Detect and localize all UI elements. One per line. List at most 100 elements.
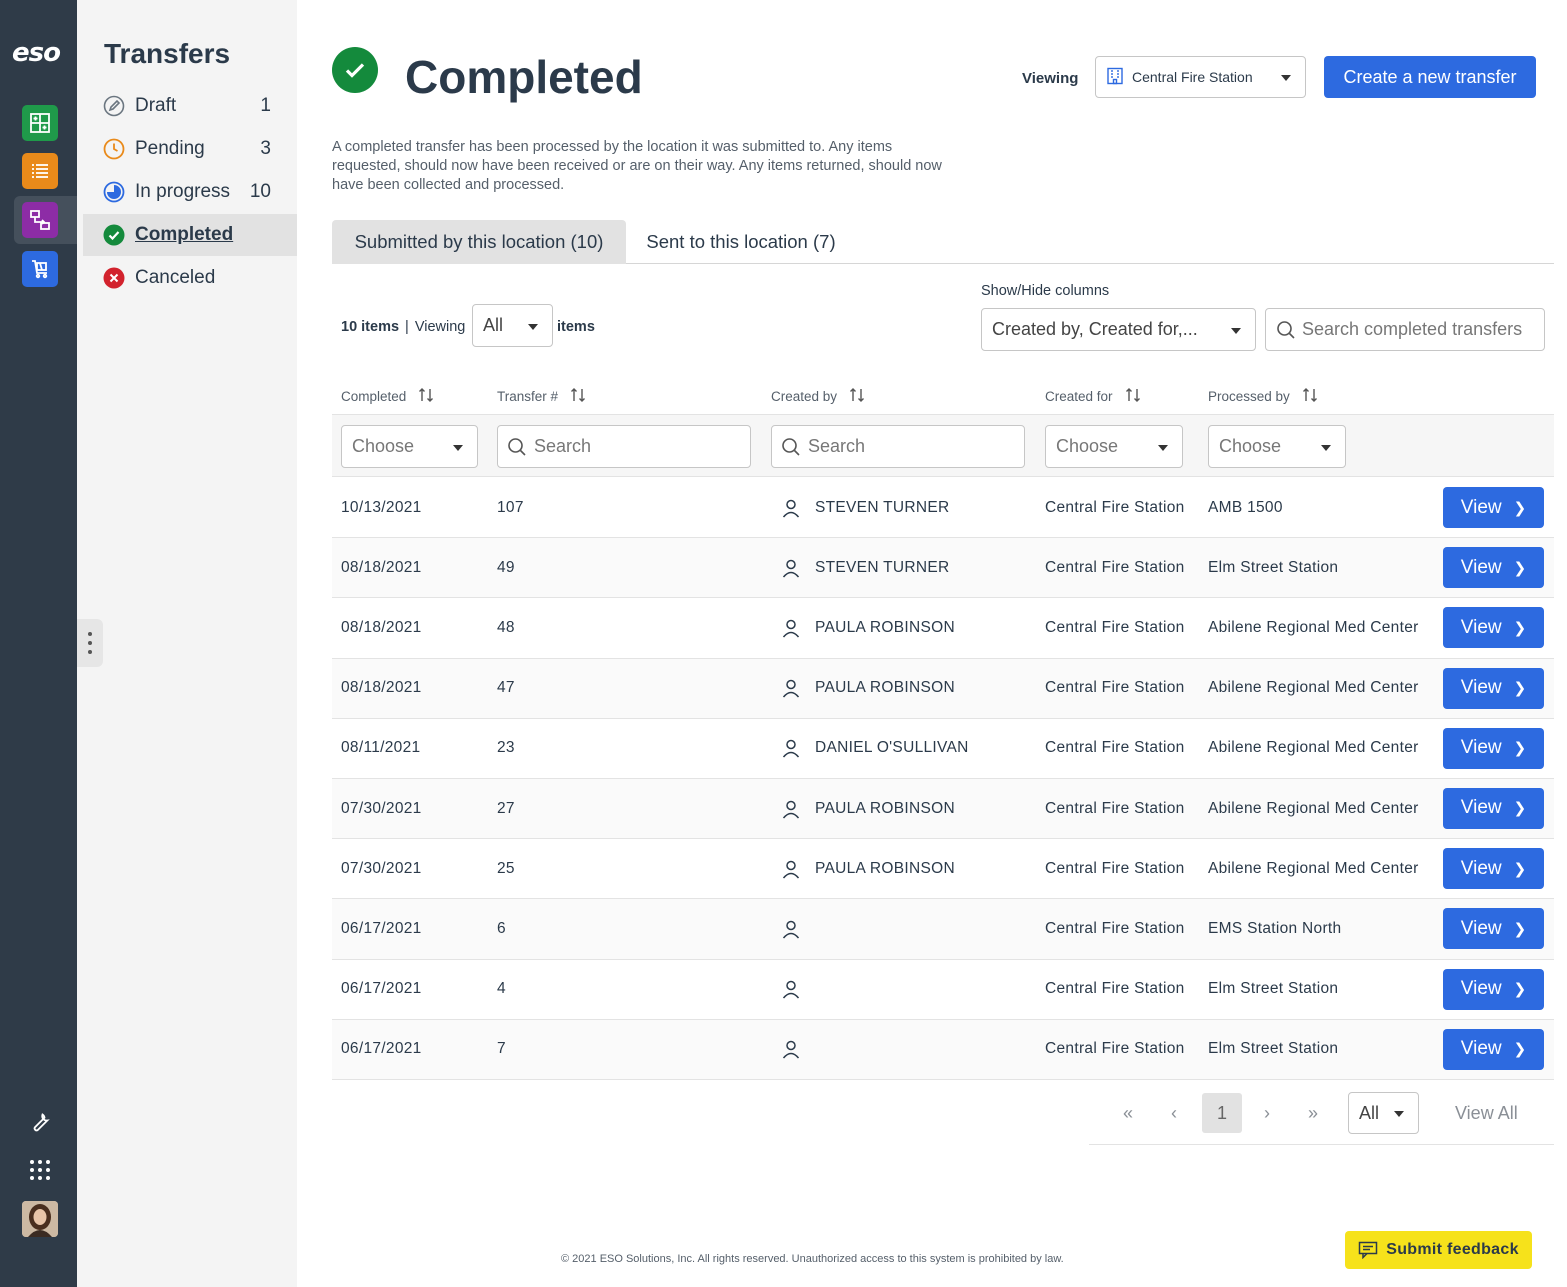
created-for-filter-select[interactable]: Choose bbox=[1045, 425, 1183, 468]
chevron-right-icon: ❯ bbox=[1513, 1041, 1527, 1059]
completed-date-cell: 08/18/2021 bbox=[341, 679, 422, 697]
column-header-created-by[interactable]: Created by bbox=[771, 387, 865, 406]
subnav-item-completed[interactable]: Completed bbox=[83, 214, 297, 256]
location-select[interactable]: Central Fire Station bbox=[1095, 56, 1306, 98]
table-row: 08/18/2021 48 PAULA ROBINSON Central Fire S… bbox=[332, 598, 1554, 659]
pager-size-select[interactable]: All bbox=[1348, 1092, 1419, 1134]
completed-filter-select[interactable]: Choose bbox=[341, 425, 478, 468]
page-description: A completed transfer has been processed … bbox=[332, 139, 942, 193]
search-transfers-input[interactable]: Search completed transfers bbox=[1265, 308, 1545, 351]
location-select-value: Central Fire Station bbox=[1132, 69, 1253, 85]
items-suffix: items bbox=[557, 319, 595, 335]
created-for-cell: Central Fire Station bbox=[1045, 980, 1185, 998]
view-button-label: View bbox=[1460, 496, 1502, 518]
processed-by-filter-select[interactable]: Choose bbox=[1208, 425, 1346, 468]
chevron-right-icon: ❯ bbox=[1513, 680, 1527, 698]
sort-icon[interactable] bbox=[1125, 387, 1141, 406]
items-summary: 10 items | Viewing bbox=[341, 319, 465, 335]
chevron-right-icon: ❯ bbox=[1513, 981, 1527, 998]
person-icon bbox=[781, 859, 801, 884]
column-header-processed-by[interactable]: Processed by bbox=[1208, 387, 1318, 406]
column-header-created-for[interactable]: Created for bbox=[1045, 387, 1141, 406]
person-icon bbox=[781, 919, 801, 944]
list-app-icon[interactable] bbox=[22, 153, 58, 189]
subnav-item-label: Draft bbox=[135, 95, 177, 116]
completed-date-cell: 08/18/2021 bbox=[341, 618, 422, 636]
subnav-item-label: Pending bbox=[135, 138, 205, 159]
page-size-select[interactable]: All bbox=[472, 304, 553, 347]
prev-page-button[interactable]: ‹ bbox=[1154, 1093, 1194, 1133]
subnav-item-label: Canceled bbox=[135, 267, 216, 288]
table-row: 10/13/2021 107 STEVEN TURNER Central Fire S… bbox=[332, 478, 1554, 539]
subnav-item-count: 10 bbox=[249, 181, 271, 202]
transfers-table-body: 10/13/2021 107 STEVEN TURNER Central Fire S… bbox=[332, 478, 1554, 1080]
user-avatar[interactable] bbox=[22, 1201, 58, 1237]
sort-icon[interactable] bbox=[570, 387, 586, 406]
view-all-link[interactable]: View All bbox=[1455, 1103, 1518, 1124]
view-button[interactable]: View ❯ bbox=[1443, 607, 1544, 649]
pencil-icon bbox=[103, 95, 125, 117]
view-button[interactable]: View ❯ bbox=[1443, 787, 1544, 829]
collapse-handle[interactable] bbox=[77, 619, 103, 667]
transfer-number-cell: 107 bbox=[497, 498, 524, 516]
subnav-item-in-progress[interactable]: In progress 10 bbox=[83, 171, 297, 213]
created-by-filter-input[interactable]: Search bbox=[771, 425, 1025, 468]
person-icon bbox=[781, 1039, 801, 1064]
app-grid-icon[interactable] bbox=[22, 1152, 58, 1188]
sort-icon[interactable] bbox=[418, 387, 434, 406]
transfer-filter-input[interactable]: Search bbox=[497, 425, 751, 468]
first-page-button[interactable]: « bbox=[1108, 1093, 1148, 1133]
processed-by-cell: Abilene Regional Med Center bbox=[1208, 799, 1419, 817]
column-header-completed[interactable]: Completed bbox=[341, 387, 434, 406]
created-by-cell: PAULA ROBINSON bbox=[815, 799, 956, 817]
transfers-app-icon[interactable] bbox=[22, 202, 58, 238]
view-button-label: View bbox=[1460, 857, 1502, 879]
created-for-cell: Central Fire Station bbox=[1045, 919, 1185, 937]
chevron-down-icon bbox=[528, 323, 538, 330]
subnav-item-label: Completed bbox=[135, 224, 234, 245]
view-button[interactable]: View ❯ bbox=[1443, 908, 1544, 950]
current-page[interactable]: 1 bbox=[1202, 1093, 1242, 1133]
tab-sent[interactable]: Sent to this location (7) bbox=[626, 220, 856, 264]
search-placeholder: Search completed transfers bbox=[1302, 319, 1523, 339]
sort-icon[interactable] bbox=[1302, 387, 1318, 406]
submit-feedback-button[interactable]: Submit feedback bbox=[1345, 1231, 1532, 1269]
transfers-subnav: Transfers Draft 1 Pending 3 In progress … bbox=[77, 0, 297, 1287]
subnav-item-pending[interactable]: Pending 3 bbox=[83, 128, 297, 170]
view-button[interactable]: View ❯ bbox=[1443, 487, 1544, 528]
column-header-transfer[interactable]: Transfer # bbox=[497, 387, 586, 406]
column-label: Created by bbox=[771, 389, 838, 404]
chevron-right-icon: ❯ bbox=[1513, 499, 1527, 517]
view-button[interactable]: View ❯ bbox=[1443, 1028, 1544, 1070]
sort-icon[interactable] bbox=[849, 387, 865, 406]
chevron-right-icon: ❯ bbox=[1513, 559, 1527, 577]
showhide-columns-select[interactable]: Created by, Created for,... bbox=[981, 308, 1256, 351]
person-icon bbox=[781, 979, 801, 1004]
filter-placeholder: Search bbox=[808, 436, 866, 456]
pie-progress-icon bbox=[103, 181, 125, 203]
created-for-cell: Central Fire Station bbox=[1045, 799, 1185, 817]
subnav-item-draft[interactable]: Draft 1 bbox=[83, 85, 297, 127]
view-button-label: View bbox=[1460, 737, 1502, 759]
subnav-item-canceled[interactable]: Canceled bbox=[83, 257, 297, 299]
view-button[interactable]: View ❯ bbox=[1443, 968, 1544, 1010]
tab-submitted[interactable]: Submitted by this location (10) bbox=[332, 220, 626, 264]
filter-row: Choose Search Search Choose Choose bbox=[332, 414, 1554, 477]
processed-by-cell: Elm Street Station bbox=[1208, 980, 1339, 998]
completed-date-cell: 06/17/2021 bbox=[341, 919, 422, 937]
chevron-right-icon: ❯ bbox=[1513, 920, 1527, 938]
inventory-app-icon[interactable] bbox=[22, 105, 58, 141]
last-page-button[interactable]: » bbox=[1293, 1093, 1333, 1133]
view-button[interactable]: View ❯ bbox=[1443, 667, 1544, 709]
created-by-cell: PAULA ROBINSON bbox=[815, 618, 956, 636]
next-page-button[interactable]: › bbox=[1247, 1093, 1287, 1133]
view-button[interactable]: View ❯ bbox=[1443, 848, 1544, 890]
wrench-icon[interactable] bbox=[22, 1104, 58, 1140]
table-row: 06/17/2021 7 Central Fire Station Elm Stree… bbox=[332, 1019, 1554, 1080]
create-transfer-button[interactable]: Create a new transfer bbox=[1324, 56, 1536, 98]
completed-date-cell: 06/17/2021 bbox=[341, 1040, 422, 1058]
cart-app-icon[interactable] bbox=[22, 251, 58, 287]
view-button[interactable]: View ❯ bbox=[1443, 547, 1544, 589]
view-button[interactable]: View ❯ bbox=[1443, 727, 1544, 769]
created-for-cell: Central Fire Station bbox=[1045, 679, 1185, 697]
